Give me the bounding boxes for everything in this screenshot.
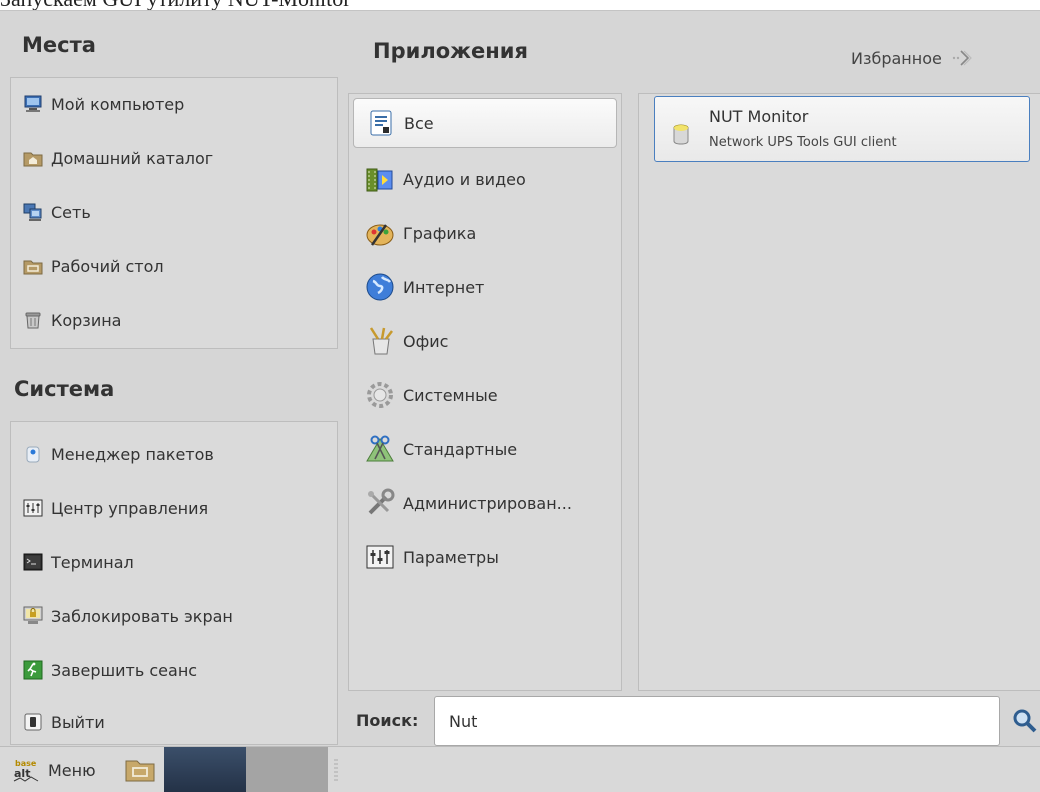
system-item-label: Центр управления [51, 498, 209, 518]
system-item-label: Терминал [51, 552, 134, 572]
logout-icon [23, 660, 43, 680]
category-label: Системные [403, 385, 498, 405]
system-item-package-manager[interactable]: Менеджер пакетов [23, 436, 214, 472]
app-result-nut-monitor[interactable]: NUT Monitor Network UPS Tools GUI client [654, 96, 1030, 162]
system-item-quit[interactable]: Выйти [23, 704, 105, 740]
category-accessories[interactable]: Стандартные [353, 424, 617, 474]
accessories-icon [363, 432, 397, 466]
results-panel [638, 93, 1040, 691]
places-item-desktop[interactable]: Рабочий стол [23, 248, 164, 284]
category-label: Графика [403, 223, 477, 243]
category-all[interactable]: Все [353, 98, 617, 148]
search-icon[interactable] [1012, 708, 1038, 738]
favorites-button[interactable]: Избранное [851, 47, 972, 69]
all-apps-icon [364, 106, 398, 140]
internet-globe-icon [363, 270, 397, 304]
category-label: Параметры [403, 547, 499, 567]
taskbar: base alt Меню [0, 746, 1040, 792]
places-item-network[interactable]: Сеть [23, 194, 91, 230]
places-item-home[interactable]: Домашний каталог [23, 140, 213, 176]
terminal-icon [23, 552, 43, 572]
system-item-label: Завершить сеанс [51, 660, 198, 680]
apps-title: Приложения [373, 39, 528, 63]
system-item-terminal[interactable]: Терминал [23, 544, 134, 580]
category-internet[interactable]: Интернет [353, 262, 617, 312]
category-system[interactable]: Системные [353, 370, 617, 420]
places-item-computer[interactable]: Мой компьютер [23, 86, 184, 122]
category-label: Все [404, 113, 434, 133]
places-title: Места [22, 33, 96, 57]
search-input[interactable] [434, 696, 1000, 746]
taskbar-window-button-active[interactable] [164, 747, 246, 792]
start-menu-button[interactable]: base alt Меню [12, 757, 96, 783]
system-item-label: Менеджер пакетов [51, 444, 214, 464]
places-panel: Мой компьютер Домашний каталог Сеть Рабо… [10, 77, 338, 349]
category-office[interactable]: Офис [353, 316, 617, 366]
ups-battery-icon [671, 123, 693, 151]
system-title: Система [14, 377, 115, 401]
lock-screen-icon [23, 606, 43, 626]
multimedia-icon [363, 162, 397, 196]
start-menu-label: Меню [48, 760, 96, 780]
svg-text:alt: alt [14, 767, 30, 780]
category-graphics[interactable]: Графика [353, 208, 617, 258]
system-item-logout[interactable]: Завершить сеанс [23, 652, 197, 688]
category-settings[interactable]: Параметры [353, 532, 617, 582]
desktop-folder-icon [23, 256, 43, 276]
settings-panel-icon [363, 540, 397, 574]
system-item-label: Заблокировать экран [51, 606, 233, 626]
administration-tools-icon [363, 486, 397, 520]
chevron-right-icon [950, 47, 972, 69]
favorites-label: Избранное [851, 48, 942, 68]
system-item-lock-screen[interactable]: Заблокировать экран [23, 598, 233, 634]
office-icon [363, 324, 397, 358]
computer-icon [23, 94, 43, 114]
app-name: NUT Monitor [709, 107, 809, 126]
category-label: Аудио и видео [403, 169, 526, 189]
places-item-label: Сеть [51, 202, 91, 222]
system-panel: Менеджер пакетов Центр управления Термин… [10, 421, 338, 745]
taskbar-separator-handle[interactable] [334, 759, 338, 781]
places-item-label: Рабочий стол [51, 256, 164, 276]
places-item-label: Корзина [51, 310, 122, 330]
categories-panel: Все Аудио и видео Графика Интернет Офис [348, 93, 622, 691]
search-label: Поиск: [356, 711, 419, 730]
control-center-icon [23, 498, 43, 518]
desktop-folder-icon[interactable] [124, 755, 156, 787]
document-caption: Запускаем GUI утилиту NUT-Monitor [0, 0, 351, 11]
category-label: Офис [403, 331, 449, 351]
taskbar-window-button[interactable] [246, 747, 328, 792]
category-label: Интернет [403, 277, 485, 297]
category-label: Стандартные [403, 439, 518, 459]
places-item-trash[interactable]: Корзина [23, 302, 121, 338]
altlinux-logo-icon: base alt [12, 757, 40, 783]
home-folder-icon [23, 148, 43, 168]
places-item-label: Мой компьютер [51, 94, 185, 114]
system-item-control-center[interactable]: Центр управления [23, 490, 208, 526]
category-label: Администрирован... [403, 493, 572, 513]
package-manager-icon [23, 444, 43, 464]
network-icon [23, 202, 43, 222]
trash-icon [23, 310, 43, 330]
graphics-icon [363, 216, 397, 250]
category-multimedia[interactable]: Аудио и видео [353, 154, 617, 204]
places-item-label: Домашний каталог [51, 148, 214, 168]
category-administration[interactable]: Администрирован... [353, 478, 617, 528]
quit-icon [23, 712, 43, 732]
system-item-label: Выйти [51, 712, 105, 732]
system-gear-icon [363, 378, 397, 412]
app-description: Network UPS Tools GUI client [709, 135, 897, 150]
